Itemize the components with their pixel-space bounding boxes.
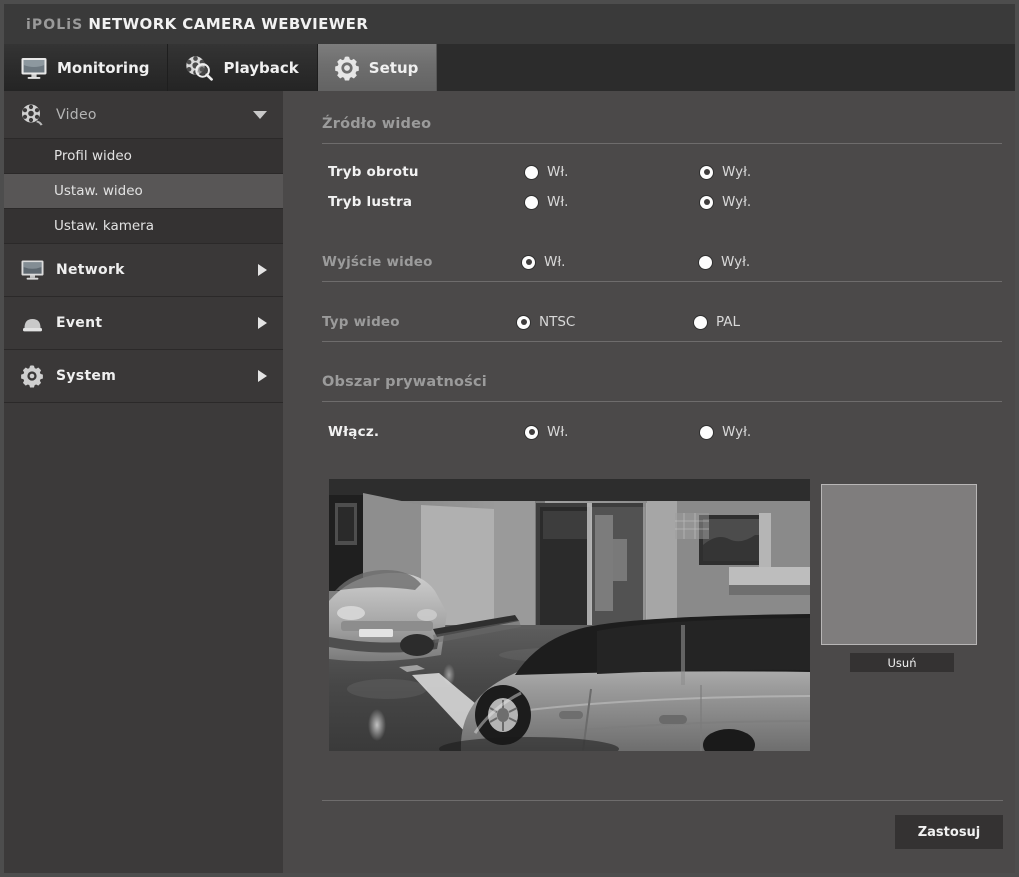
sidebar-group-event[interactable]: Event <box>4 297 283 350</box>
radio-wyjscie-wideo-off-label: Wył. <box>721 254 751 270</box>
divider-video-output <box>322 281 1002 282</box>
sidebar-item-profil-wideo[interactable]: Profil wideo <box>4 139 283 174</box>
radio-indicator <box>700 195 713 209</box>
row-tryb-lustra: Tryb lustra Wł. Wył. <box>328 194 1003 210</box>
camera-preview[interactable] <box>329 479 810 751</box>
window-frame-bottom <box>0 873 1019 877</box>
sidebar-group-video-label: Video <box>56 106 97 123</box>
tab-playback-label: Playback <box>223 58 299 77</box>
row-typ-wideo-label: Typ wideo <box>322 314 400 330</box>
sidebar-item-ustaw-wideo-label: Ustaw. wideo <box>54 183 143 199</box>
radio-indicator <box>525 165 538 179</box>
monitor-icon <box>20 56 48 80</box>
window-frame-right <box>1015 0 1019 877</box>
chevron-down-icon[interactable] <box>253 110 267 119</box>
sidebar-empty-space <box>4 403 283 873</box>
gear-icon <box>334 55 360 81</box>
radio-indicator <box>517 315 530 329</box>
chevron-right-icon[interactable] <box>258 317 267 329</box>
sidebar: Video Profil wideo Ustaw. wideo Ustaw. k… <box>4 91 283 873</box>
radio-indicator <box>700 425 713 439</box>
radio-wlacz-on[interactable]: Wł. <box>525 424 700 440</box>
radio-wlacz-off[interactable]: Wył. <box>700 424 751 440</box>
section-title-privacy-area: Obszar prywatności <box>322 374 487 390</box>
radio-wyjscie-wideo-on-label: Wł. <box>544 254 566 270</box>
monitor-icon <box>18 259 46 281</box>
radio-tryb-lustra-off-label: Wył. <box>722 194 752 210</box>
privacy-mask-preview[interactable] <box>821 484 977 645</box>
row-wyjscie-wideo-label: Wyjście wideo <box>322 254 433 270</box>
gear-icon <box>18 364 46 388</box>
row-wlacz: Włącz. Wł. Wył. <box>328 424 1003 440</box>
radio-typ-wideo-ntsc[interactable]: NTSC <box>517 314 694 330</box>
chevron-right-icon[interactable] <box>258 264 267 276</box>
radio-typ-wideo-pal-label: PAL <box>716 314 741 330</box>
radio-wlacz-on-label: Wł. <box>547 424 569 440</box>
delete-button[interactable]: Usuń <box>850 653 954 672</box>
sidebar-item-ustaw-wideo[interactable]: Ustaw. wideo <box>4 174 283 209</box>
tab-monitoring[interactable]: Monitoring <box>4 44 169 91</box>
film-search-icon <box>184 55 214 81</box>
radio-tryb-obrotu-on[interactable]: Wł. <box>525 164 700 180</box>
radio-indicator <box>699 255 712 269</box>
row-typ-wideo: Typ wideo NTSC PAL <box>322 314 1003 330</box>
webviewer-window: iPOLiS NETWORK CAMERA WEBVIEWER Monitori… <box>0 0 1019 877</box>
brand-prefix: iPOLiS <box>26 17 84 33</box>
row-tryb-obrotu-label: Tryb obrotu <box>328 164 419 180</box>
radio-tryb-obrotu-off[interactable]: Wył. <box>700 164 751 180</box>
divider-video-type <box>322 341 1002 342</box>
row-wyjscie-wideo: Wyjście wideo Wł. Wył. <box>322 254 1003 270</box>
sidebar-item-ustaw-kamera[interactable]: Ustaw. kamera <box>4 209 283 244</box>
divider-footer <box>322 800 1003 801</box>
bell-icon <box>18 312 46 334</box>
sidebar-group-video[interactable]: Video <box>4 91 283 139</box>
tab-playback[interactable]: Playback <box>168 44 318 91</box>
chevron-right-icon[interactable] <box>258 370 267 382</box>
radio-wyjscie-wideo-off[interactable]: Wył. <box>699 254 750 270</box>
main-tabbar: Monitoring Playback Setup <box>4 44 1015 91</box>
divider-video-source <box>322 143 1002 144</box>
radio-indicator <box>700 165 713 179</box>
film-reel-icon <box>18 103 46 127</box>
radio-tryb-obrotu-off-label: Wył. <box>722 164 752 180</box>
sidebar-item-profil-wideo-label: Profil wideo <box>54 148 132 164</box>
radio-indicator <box>694 315 707 329</box>
radio-wlacz-off-label: Wył. <box>722 424 752 440</box>
brand-logo: iPOLiS NETWORK CAMERA WEBVIEWER <box>26 15 368 33</box>
apply-button[interactable]: Zastosuj <box>895 815 1003 849</box>
radio-indicator <box>522 255 535 269</box>
sidebar-group-network-label: Network <box>56 262 125 278</box>
tab-setup-label: Setup <box>368 58 419 77</box>
divider-privacy-area <box>322 401 1002 402</box>
tab-setup[interactable]: Setup <box>317 44 438 91</box>
radio-typ-wideo-pal[interactable]: PAL <box>694 314 740 330</box>
row-tryb-obrotu: Tryb obrotu Wł. Wył. <box>328 164 1003 180</box>
sidebar-group-network[interactable]: Network <box>4 244 283 297</box>
row-tryb-lustra-label: Tryb lustra <box>328 194 413 210</box>
tab-monitoring-label: Monitoring <box>57 58 150 77</box>
radio-indicator <box>525 425 538 439</box>
sidebar-group-event-label: Event <box>56 315 103 331</box>
radio-indicator <box>525 195 538 209</box>
brand-title: NETWORK CAMERA WEBVIEWER <box>88 15 369 33</box>
sidebar-item-ustaw-kamera-label: Ustaw. kamera <box>54 218 154 234</box>
sidebar-group-system-label: System <box>56 368 117 384</box>
titlebar: iPOLiS NETWORK CAMERA WEBVIEWER <box>4 4 1015 44</box>
radio-tryb-lustra-off[interactable]: Wył. <box>700 194 751 210</box>
section-title-video-source: Źródło wideo <box>322 116 432 132</box>
radio-tryb-lustra-on-label: Wł. <box>547 194 569 210</box>
sidebar-group-system[interactable]: System <box>4 350 283 403</box>
camera-preview-image <box>329 479 810 751</box>
radio-wyjscie-wideo-on[interactable]: Wł. <box>522 254 699 270</box>
radio-typ-wideo-ntsc-label: NTSC <box>539 314 576 330</box>
row-wlacz-label: Włącz. <box>328 424 380 440</box>
radio-tryb-obrotu-on-label: Wł. <box>547 164 569 180</box>
radio-tryb-lustra-on[interactable]: Wł. <box>525 194 700 210</box>
